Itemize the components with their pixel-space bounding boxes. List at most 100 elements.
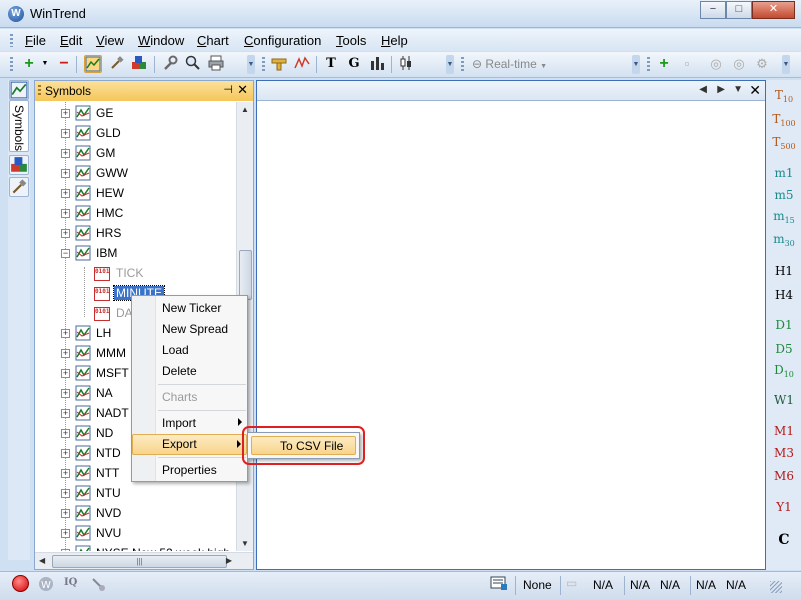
scroll-left-icon[interactable]: ◀ — [39, 556, 45, 565]
tab-scroll-right-icon[interactable]: ▶ — [717, 84, 725, 95]
chart-document-area[interactable]: ◀ ▶ ▼ ✕ — [256, 80, 766, 570]
connection-icon[interactable] — [90, 576, 106, 595]
menu-edit[interactable]: Edit — [60, 33, 82, 48]
scrollbar-thumb[interactable] — [239, 250, 252, 300]
expand-icon[interactable]: + — [61, 329, 70, 338]
menu-view[interactable]: View — [96, 33, 124, 48]
tree-symbol-item[interactable]: + GWW — [35, 164, 235, 184]
expand-icon[interactable]: + — [61, 229, 70, 238]
tree-symbol-item[interactable]: + NTU — [35, 484, 235, 504]
timeframe-button[interactable]: m30 — [770, 232, 798, 248]
menu-window[interactable]: Window — [138, 33, 184, 48]
menu-configuration[interactable]: Configuration — [244, 33, 321, 48]
collapse-icon[interactable]: − — [61, 249, 70, 258]
expand-icon[interactable]: + — [61, 169, 70, 178]
expand-icon[interactable]: + — [61, 209, 70, 218]
symbols-tab[interactable]: Symbols — [9, 100, 29, 152]
expand-icon[interactable]: + — [61, 529, 70, 538]
menu-grip[interactable] — [10, 34, 13, 47]
menu-item-export[interactable]: Export — [132, 434, 247, 455]
minimize-button[interactable]: − — [700, 1, 726, 19]
iq-icon[interactable]: IQ — [64, 577, 77, 588]
menu-item-new-ticker[interactable]: New Ticker — [132, 298, 247, 319]
expand-icon[interactable]: + — [61, 509, 70, 518]
expand-icon[interactable]: + — [61, 469, 70, 478]
candle-icon[interactable] — [397, 55, 415, 73]
horizontal-scrollbar[interactable]: ◀ ||| ▶ — [35, 552, 253, 569]
tree-symbol-item[interactable]: + GLD — [35, 124, 235, 144]
tree-symbol-item[interactable]: + GM — [35, 144, 235, 164]
tree-symbol-item[interactable]: + NYSE New 52 week high — [35, 544, 235, 551]
maximize-button[interactable]: □ — [726, 1, 752, 19]
menu-item-new-spread[interactable]: New Spread — [132, 319, 247, 340]
timeframe-button[interactable]: m1 — [770, 166, 798, 180]
square-icon[interactable]: ▫ — [678, 55, 696, 73]
tree-symbol-item[interactable]: + NVU — [35, 524, 235, 544]
toolbar-grip[interactable] — [10, 57, 13, 71]
g-chart-icon[interactable]: G — [345, 55, 363, 73]
timeframe-button[interactable]: H1 — [770, 264, 798, 278]
menu-item-import[interactable]: Import — [132, 413, 247, 434]
tab-list-icon[interactable]: ▼ — [733, 84, 743, 95]
expand-icon[interactable]: + — [61, 429, 70, 438]
toolbar-overflow-button[interactable]: ▼ — [247, 55, 255, 74]
notes-icon[interactable] — [490, 575, 508, 594]
tools-tab[interactable] — [9, 177, 29, 197]
chart-view-icon[interactable] — [84, 55, 102, 73]
chart-tab[interactable] — [9, 80, 29, 100]
menu-item-load[interactable]: Load — [132, 340, 247, 361]
toolbar-overflow-button[interactable]: ▼ — [446, 55, 454, 74]
cubes-icon[interactable] — [130, 55, 148, 73]
pin-icon[interactable]: ⊣ — [223, 83, 233, 96]
settings-icon[interactable]: ⚙ — [753, 55, 771, 73]
expand-icon[interactable]: + — [61, 409, 70, 418]
cubes-tab[interactable] — [9, 155, 29, 175]
scrollbar-thumb[interactable]: ||| — [52, 555, 227, 568]
expand-icon[interactable]: + — [61, 549, 70, 551]
close-button[interactable]: ✕ — [752, 1, 795, 19]
ruler-icon[interactable] — [270, 55, 288, 73]
timeframe-button[interactable]: C — [770, 532, 798, 548]
zigzag-icon[interactable] — [293, 55, 311, 73]
menu-tools[interactable]: Tools — [336, 33, 366, 48]
timeframe-button[interactable]: W1 — [770, 393, 798, 407]
timeframe-button[interactable]: T100 — [770, 112, 798, 128]
realtime-dropdown[interactable]: ⊖ Real-time ▼ — [472, 57, 547, 71]
timeframe-button[interactable]: M6 — [770, 469, 798, 483]
wrench-icon[interactable] — [161, 55, 179, 73]
menu-item-properties[interactable]: Properties — [132, 460, 247, 481]
tree-symbol-item[interactable]: + HMC — [35, 204, 235, 224]
tick-chart-icon[interactable]: T — [322, 55, 340, 73]
scroll-right-icon[interactable]: ▶ — [226, 556, 232, 565]
expand-icon[interactable]: + — [61, 389, 70, 398]
remove-icon[interactable]: − — [55, 55, 73, 73]
expand-icon[interactable]: + — [61, 369, 70, 378]
resize-grip[interactable] — [770, 581, 782, 593]
tree-data-item[interactable]: 0101 TICK — [35, 264, 235, 284]
wintrend-logo-icon[interactable]: W — [38, 576, 54, 595]
menu-help[interactable]: Help — [381, 33, 408, 48]
timeframe-button[interactable]: D1 — [770, 318, 798, 332]
tree-symbol-item[interactable]: + GE — [35, 104, 235, 124]
timeframe-button[interactable]: Y1 — [770, 500, 798, 514]
toolbar-grip[interactable] — [647, 57, 650, 71]
tab-scroll-left-icon[interactable]: ◀ — [699, 84, 707, 95]
menu-file[interactable]: File — [25, 33, 46, 48]
print-icon[interactable] — [207, 55, 225, 73]
expand-icon[interactable]: + — [61, 149, 70, 158]
expand-icon[interactable]: + — [61, 189, 70, 198]
timeframe-button[interactable]: M1 — [770, 424, 798, 438]
menu-chart[interactable]: Chart — [197, 33, 229, 48]
timeframe-button[interactable]: H4 — [770, 288, 798, 302]
timeframe-button[interactable]: m5 — [770, 188, 798, 202]
add-dropdown-icon[interactable]: ▼ — [36, 55, 54, 73]
scroll-down-icon[interactable]: ▼ — [241, 539, 249, 548]
toolbar-grip[interactable] — [262, 57, 265, 71]
timeframe-button[interactable]: M3 — [770, 446, 798, 460]
toolbar-grip[interactable] — [461, 57, 464, 71]
panel-close-icon[interactable]: ✕ — [237, 82, 248, 98]
toolbar-overflow-button[interactable]: ▼ — [782, 55, 790, 74]
search-icon[interactable] — [184, 55, 202, 73]
record-icon[interactable] — [12, 575, 29, 592]
bar-chart-icon[interactable] — [368, 55, 386, 73]
